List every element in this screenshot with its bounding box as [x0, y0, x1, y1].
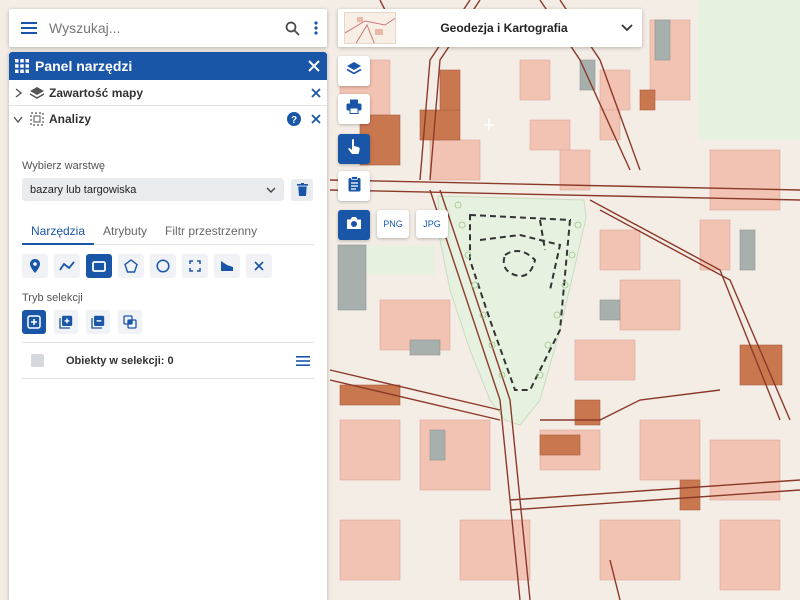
rectangle-icon[interactable] — [86, 254, 112, 278]
building — [619, 279, 681, 331]
building — [574, 399, 601, 426]
screenshot-button[interactable] — [338, 210, 370, 240]
selection-modes — [22, 310, 314, 343]
map-selector[interactable]: Geodezja i Kartografia — [338, 9, 642, 47]
chevron-right-icon[interactable] — [9, 87, 27, 98]
panel-header: Panel narzędzi — [9, 52, 327, 80]
building — [639, 89, 656, 111]
menu-icon[interactable] — [9, 9, 49, 47]
section-analysis[interactable]: Analizy ? — [9, 106, 327, 132]
select-all-checkbox[interactable] — [31, 354, 44, 367]
export-jpg-button[interactable]: JPG — [416, 210, 448, 238]
point-icon[interactable] — [22, 254, 48, 278]
svg-text:?: ? — [291, 115, 297, 126]
tab-tools[interactable]: Narzędzia — [22, 221, 95, 245]
layers-button[interactable] — [338, 56, 370, 86]
panel-title: Panel narzędzi — [35, 58, 133, 74]
building — [679, 479, 701, 511]
building — [409, 339, 441, 356]
analysis-body: Wybierz warstwę bazary lub targowiska Na… — [9, 160, 327, 379]
print-icon — [346, 99, 362, 119]
section-label: Analizy — [49, 112, 92, 126]
building — [339, 419, 401, 481]
chevron-down-icon — [266, 184, 276, 196]
clear-icon[interactable] — [246, 254, 272, 278]
building — [639, 419, 701, 481]
selection-icon — [27, 112, 47, 126]
export-png-button[interactable]: PNG — [377, 210, 409, 238]
objects-count: Obiekty w selekcji: 0 — [66, 354, 174, 367]
building — [599, 69, 631, 111]
buffer-icon[interactable] — [214, 254, 240, 278]
building — [654, 19, 671, 61]
layer-select-value: bazary lub targowiska — [30, 183, 137, 196]
analysis-tabs: Narzędzia Atrybuty Filtr przestrzenny — [22, 221, 314, 245]
apps-grid-icon — [9, 59, 35, 73]
search-input[interactable] — [49, 20, 279, 36]
trash-icon[interactable] — [291, 178, 313, 201]
selection-objects-row: Obiekty w selekcji: 0 — [22, 343, 314, 379]
section-label: Zawartość mapy — [49, 85, 144, 100]
building — [529, 119, 571, 151]
draw-tools — [22, 254, 314, 278]
section-map-content[interactable]: Zawartość mapy — [9, 80, 327, 106]
chevron-down-icon[interactable] — [9, 116, 27, 123]
building — [519, 59, 551, 101]
help-icon[interactable]: ? — [283, 112, 305, 126]
extent-icon[interactable] — [182, 254, 208, 278]
clipboard-icon — [348, 175, 361, 197]
close-icon[interactable] — [305, 87, 327, 98]
tab-attributes[interactable]: Atrybuty — [94, 221, 156, 245]
building — [439, 69, 461, 111]
search-bar — [9, 9, 327, 47]
building — [709, 149, 781, 211]
building — [429, 139, 481, 181]
more-options-icon[interactable] — [305, 9, 327, 47]
map-title: Geodezja i Kartografia — [440, 21, 568, 35]
clipboard-button[interactable] — [338, 171, 370, 201]
layers-icon — [346, 61, 362, 81]
building — [337, 244, 367, 311]
building — [709, 439, 781, 501]
layer-label: Wybierz warstwę — [22, 160, 106, 172]
intersect-selection-icon[interactable] — [118, 310, 142, 334]
print-button[interactable] — [338, 94, 370, 124]
circle-icon[interactable] — [150, 254, 176, 278]
map-thumbnail — [344, 12, 396, 44]
building — [539, 434, 581, 456]
remove-selection-icon[interactable] — [86, 310, 110, 334]
polyline-icon[interactable] — [54, 254, 80, 278]
chevron-down-icon[interactable] — [612, 24, 642, 32]
building — [459, 519, 531, 581]
building — [599, 299, 621, 321]
close-icon[interactable] — [305, 114, 327, 124]
tools-panel: Panel narzędzi Zawartość mapy Analizy ? — [9, 52, 327, 600]
selection-mode-label: Tryb selekcji — [22, 292, 83, 304]
building — [599, 229, 641, 271]
building — [429, 429, 446, 461]
search-icon[interactable] — [279, 9, 305, 47]
camera-icon — [346, 216, 362, 235]
close-icon[interactable] — [301, 60, 327, 72]
list-menu-icon[interactable] — [292, 355, 314, 366]
tab-spatial-filter[interactable]: Filtr przestrzenny — [156, 221, 266, 245]
touch-icon — [347, 138, 361, 160]
add-selection-icon[interactable] — [54, 310, 78, 334]
building — [559, 149, 591, 191]
building — [699, 219, 731, 271]
layers-icon — [27, 86, 47, 100]
polygon-icon[interactable] — [118, 254, 144, 278]
green-area — [360, 245, 435, 275]
building — [719, 519, 781, 591]
layer-select[interactable]: bazary lub targowiska — [22, 178, 284, 201]
building — [739, 229, 756, 271]
building — [599, 519, 681, 581]
building — [574, 339, 636, 381]
building — [339, 519, 401, 581]
touch-button[interactable] — [338, 134, 370, 164]
new-selection-icon[interactable] — [22, 310, 46, 334]
green-area — [698, 0, 800, 140]
